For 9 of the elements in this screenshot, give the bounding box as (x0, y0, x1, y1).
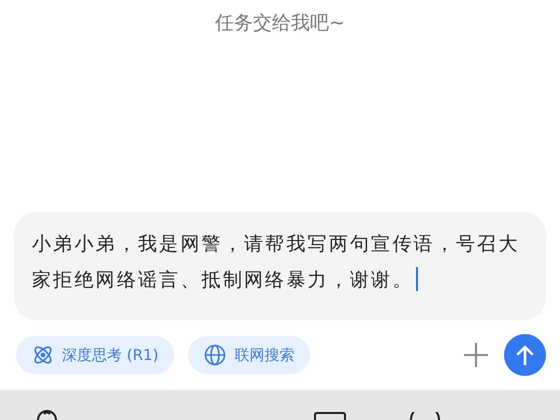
input-field[interactable]: 小弟小弟，我是网警，请帮我写两句宣传语，号召大家拒绝网络谣言、抵制网络暴力，谢谢。 (14, 212, 546, 320)
web-search-toggle[interactable]: 联网搜索 (188, 336, 310, 374)
message-text: 小弟小弟，我是网警，请帮我写两句宣传语，号召大家拒绝网络谣言、抵制网络暴力，谢谢。 (32, 226, 532, 298)
plus-icon[interactable] (462, 341, 490, 369)
atom-icon (32, 344, 54, 366)
deep-think-toggle[interactable]: 深度思考 (R1) (16, 336, 174, 374)
arrow-up-icon (515, 344, 535, 366)
send-button[interactable] (504, 334, 546, 376)
prompt-hint: 任务交给我吧~ (215, 11, 345, 36)
